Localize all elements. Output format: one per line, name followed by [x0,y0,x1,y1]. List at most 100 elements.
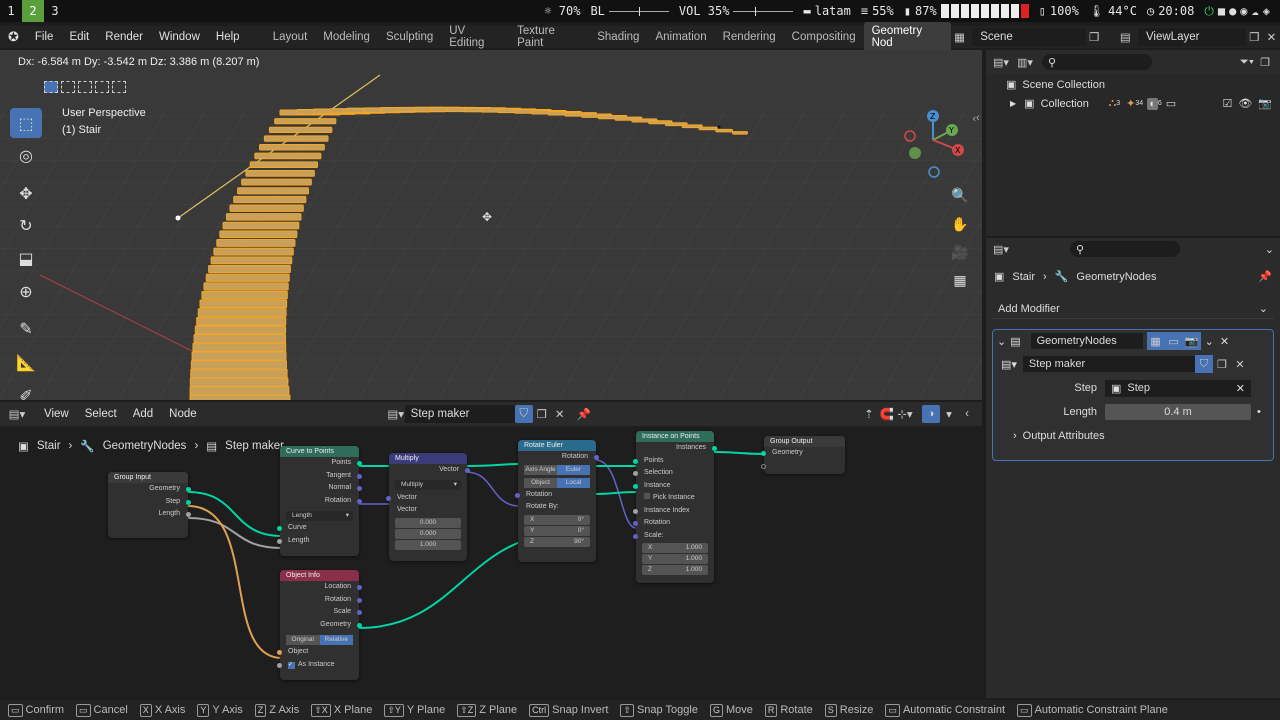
tab-animation[interactable]: Animation [647,28,714,46]
tab-shading[interactable]: Shading [589,28,647,46]
operation-dropdown[interactable]: Multiply ▾ [395,479,461,490]
add-modifier-dropdown[interactable]: Add Modifier ⌄ [992,299,1274,319]
pick-instance-checkbox[interactable]: Pick Instance [636,492,714,505]
rotate-z-field[interactable]: Z 90° [524,536,590,547]
tab-geometry-nodes[interactable]: Geometry Nod [863,22,951,52]
tab-compositing[interactable]: Compositing [784,28,864,46]
menu-edit[interactable]: Edit [61,31,97,43]
transform-space-toggle[interactable]: Original Relative [286,635,353,645]
node-tree-icon[interactable]: ▤▾ [1001,358,1017,371]
modifier-name-field[interactable]: GeometryNodes [1030,333,1143,349]
fake-user-shield-icon[interactable]: ⛉ [514,405,533,423]
rotate-x-field[interactable]: X 0° [524,514,590,525]
camera-icon[interactable]: 📷 [1258,97,1272,110]
bl-slider[interactable] [608,6,669,16]
zoom-icon[interactable]: 🔍 [946,183,974,209]
select-mode-icons[interactable] [44,81,126,93]
grid-view-icon[interactable]: ▦ [946,268,974,294]
node-menu-node[interactable]: Node [161,408,205,420]
chevron-down-icon[interactable]: ⌄ [1265,243,1274,256]
scale-tool[interactable]: ⬓ [10,243,42,273]
sync-icon[interactable]: ◈ [1263,4,1270,18]
menu-window[interactable]: Window [151,31,208,43]
close-icon[interactable]: ✕ [1220,335,1229,348]
outliner-type-icon[interactable]: ▤▾ [992,53,1010,71]
tab-texture-paint[interactable]: Texture Paint [509,22,589,52]
output-attributes-row[interactable]: › Output Attributes [993,424,1273,448]
scale-x-field[interactable]: X 1.000 [642,543,708,553]
add-tool[interactable]: ✐ [10,380,42,401]
checkbox-icon[interactable]: ☑ [1222,97,1232,110]
transform-tool[interactable]: ⊕ [10,276,42,306]
scene-field[interactable]: Scene [972,28,1086,46]
view-layer-field[interactable]: ViewLayer [1137,28,1246,46]
blender-logo-icon[interactable]: ✪ [0,29,27,45]
properties-search-input[interactable]: ⚲ [1070,241,1180,257]
overlay-icon[interactable]: ◑ [922,405,940,423]
mode-dropdown[interactable]: Length ▾ [286,511,353,521]
node-tree-field[interactable]: Step maker [404,405,515,423]
axis-angle-option[interactable]: Axis Angle [524,464,557,475]
view-layer-icon[interactable]: ▤ [1117,28,1134,46]
scene-icon[interactable]: ▦ [951,28,968,46]
collapse-arrow-icon[interactable]: ‹ [976,112,980,124]
outliner-search-input[interactable]: ⚲ [1042,54,1152,70]
pan-hand-icon[interactable]: ✋ [946,212,974,238]
unlink-tree-icon[interactable]: ✕ [551,405,569,423]
camera-view-icon[interactable]: 🎥 [946,240,974,266]
chevron-down-icon[interactable]: ⌄ [1205,335,1214,348]
node-curve-to-points[interactable]: Curve to Points Points Tangent Normal Ro… [277,446,362,556]
render-icon[interactable]: 📷 [1182,332,1201,350]
node-tree-icon[interactable]: ▤▾ [387,405,405,423]
viewport-display-icon[interactable]: ▭ [1164,332,1183,350]
cursor-tool[interactable]: ◎ [10,140,42,170]
navigation-gizmo[interactable]: Z Y X [900,108,970,178]
node-editor[interactable]: ▣ Stair › 🔧 GeometryNodes › ▤ Step maker Gr… [0,426,982,698]
node-rotate-euler[interactable]: Rotate Euler Rotation Axis Angle Euler Ob… [515,440,599,562]
workspace-2[interactable]: 2 [22,0,44,22]
node-instance-on-points[interactable]: Instance on Points Instances Points Sele… [633,431,717,583]
rotate-y-field[interactable]: Y 0° [524,525,590,536]
rotate-tool[interactable]: ↻ [10,210,42,240]
tab-modeling[interactable]: Modeling [315,28,378,46]
node-group-output[interactable]: Group Output Geometry [761,436,845,474]
snap-options-icon[interactable]: ⊹▾ [896,405,914,423]
node-menu-select[interactable]: Select [77,408,125,420]
parent-node-icon[interactable]: ⇡ [860,405,878,423]
select-box-tool[interactable]: ⬚ [10,108,42,138]
duplicate-icon[interactable]: ❐ [1213,355,1231,373]
relative-option[interactable]: Relative [319,635,353,645]
workspace-3[interactable]: 3 [44,0,66,22]
as-instance-checkbox[interactable]: ✓ As Instance [277,659,359,672]
type-toggle[interactable]: Axis Angle Euler [524,464,590,475]
step-object-field[interactable]: ▣ Step ✕ [1105,379,1251,397]
new-collection-icon[interactable]: ❐ [1256,53,1274,71]
length-field[interactable]: 0.4 m [1105,404,1251,420]
euler-option[interactable]: Euler [557,464,590,475]
expand-arrow-icon[interactable]: ▶ [1010,99,1016,108]
camera-icon[interactable]: ■ [1218,4,1225,18]
display-mode-icon[interactable]: ▥▾ [1016,53,1034,71]
menu-file[interactable]: File [27,31,62,43]
duplicate-tree-icon[interactable]: ❐ [533,405,551,423]
object-option[interactable]: Object [524,477,557,488]
keyframe-dot-icon[interactable]: • [1257,406,1261,418]
overlay-dropdown-icon[interactable]: ▾ [940,405,958,423]
node-menu-add[interactable]: Add [125,408,161,420]
snap-icon[interactable]: 🧲 [878,405,896,423]
steam-icon[interactable]: ● [1229,4,1236,18]
measure-tool[interactable]: 📐 [10,347,42,377]
network-icon[interactable]: ◉ [1240,4,1247,18]
close-view-layer-icon[interactable]: ✕ [1263,28,1280,46]
move-tool[interactable]: ✥ [10,178,42,208]
scale-z-field[interactable]: Z 1.000 [642,565,708,575]
sidebar-toggle-icon[interactable]: ‹ [958,405,976,423]
menu-render[interactable]: Render [97,31,151,43]
tab-sculpting[interactable]: Sculpting [378,28,441,46]
cloud-icon[interactable]: ☁ [1252,4,1259,18]
editor-type-icon[interactable]: ▤▾ [8,405,26,423]
properties-type-icon[interactable]: ▤▾ [992,240,1010,258]
vol-slider[interactable] [733,6,794,16]
edit-mode-icon[interactable]: ▦ [1146,332,1165,350]
copy-view-layer-icon[interactable]: ❐ [1246,28,1263,46]
